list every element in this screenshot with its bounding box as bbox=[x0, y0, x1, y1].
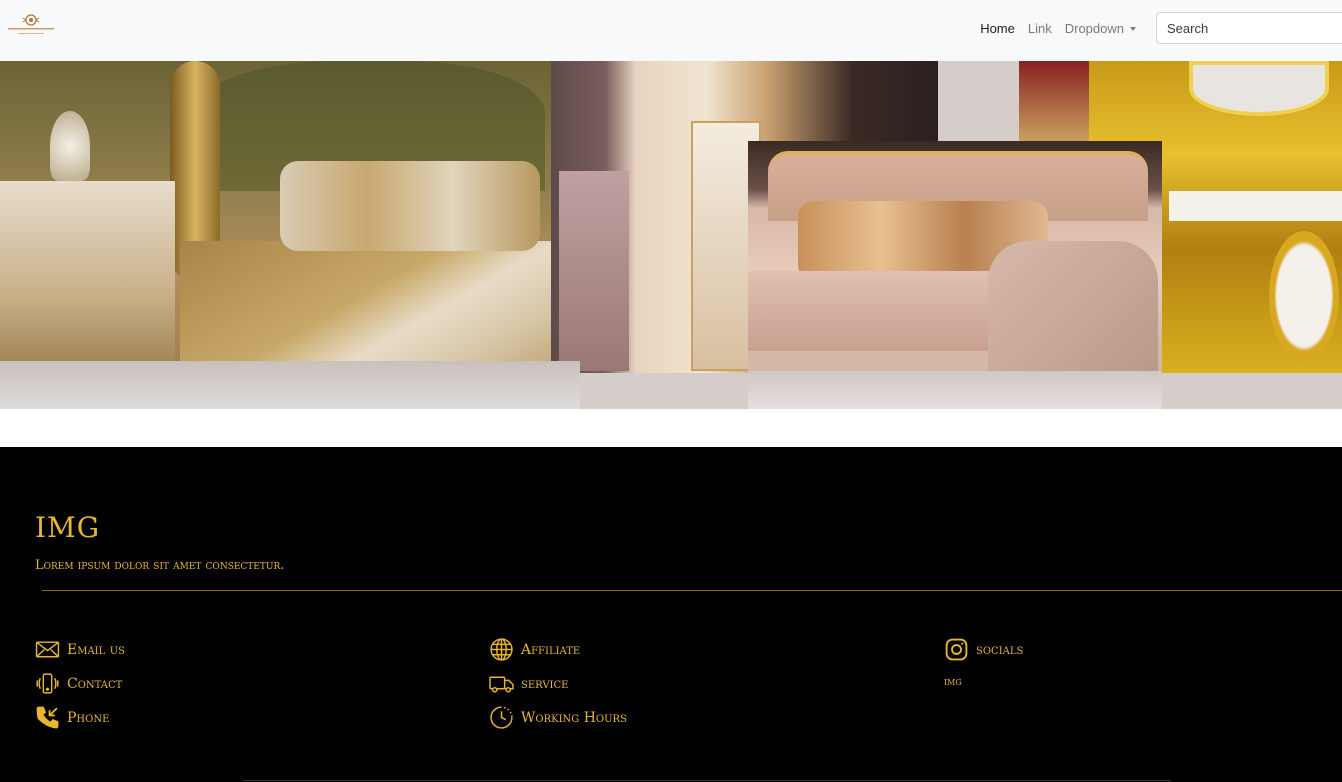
nav-links: Home Link Dropdown bbox=[967, 0, 1136, 57]
navbar: Home Link Dropdown bbox=[0, 0, 1342, 61]
bedroom-photo bbox=[0, 61, 580, 409]
sofa-floor bbox=[748, 371, 1162, 409]
affiliate-link[interactable]: Affiliate bbox=[489, 637, 580, 662]
nav-dropdown-label: Dropdown bbox=[1064, 21, 1124, 36]
contact-link[interactable]: Contact bbox=[35, 671, 122, 696]
red-panel bbox=[1019, 61, 1089, 141]
truck-icon bbox=[489, 676, 514, 693]
envelope-icon bbox=[35, 641, 60, 658]
service-label: service bbox=[521, 675, 569, 692]
pink-headboard bbox=[559, 171, 629, 371]
sofa-photo bbox=[748, 141, 1162, 409]
phone-incoming-icon bbox=[36, 706, 59, 729]
search-input[interactable] bbox=[1156, 12, 1342, 44]
brand-logo[interactable] bbox=[6, 9, 56, 39]
console-top bbox=[1169, 191, 1342, 221]
clock-icon bbox=[490, 706, 513, 729]
email-us-link[interactable]: Email us bbox=[35, 637, 125, 662]
globe-icon bbox=[490, 638, 513, 661]
caret-down-icon bbox=[1130, 27, 1136, 31]
affiliate-label: Affiliate bbox=[521, 641, 581, 658]
socials-link[interactable]: socials bbox=[944, 637, 1023, 662]
sofa-arm bbox=[988, 241, 1158, 381]
socials-handle[interactable]: img bbox=[944, 675, 962, 688]
instagram-icon bbox=[945, 638, 968, 661]
footer-bottom-rule bbox=[243, 780, 1171, 781]
phone-vibrate-icon bbox=[36, 673, 59, 694]
medallion bbox=[1269, 231, 1339, 361]
socials-label: socials bbox=[976, 641, 1024, 658]
footer: IMG Lorem ipsum dolor sit amet consectet… bbox=[0, 447, 1342, 782]
phone-label: Phone bbox=[67, 709, 110, 726]
nav-link-link[interactable]: Link bbox=[1028, 21, 1052, 36]
phone-link[interactable]: Phone bbox=[35, 705, 109, 730]
bedroom-floor bbox=[0, 361, 580, 409]
service-link[interactable]: service bbox=[489, 671, 568, 696]
nav-dropdown-toggle[interactable]: Dropdown bbox=[1065, 21, 1136, 36]
contact-label: Contact bbox=[67, 675, 123, 692]
working-hours-link[interactable]: Working Hours bbox=[489, 705, 627, 730]
email-us-label: Email us bbox=[67, 641, 125, 658]
pillows bbox=[280, 161, 540, 251]
hero-collage bbox=[0, 61, 1342, 409]
footer-title: IMG bbox=[35, 511, 101, 544]
footer-subtitle: Lorem ipsum dolor sit amet consectetur. bbox=[35, 558, 285, 573]
mirror bbox=[1189, 61, 1329, 116]
lamp bbox=[50, 111, 90, 181]
working-hours-label: Working Hours bbox=[521, 709, 627, 726]
footer-divider bbox=[42, 590, 1342, 591]
nav-home-link[interactable]: Home bbox=[980, 21, 1015, 36]
